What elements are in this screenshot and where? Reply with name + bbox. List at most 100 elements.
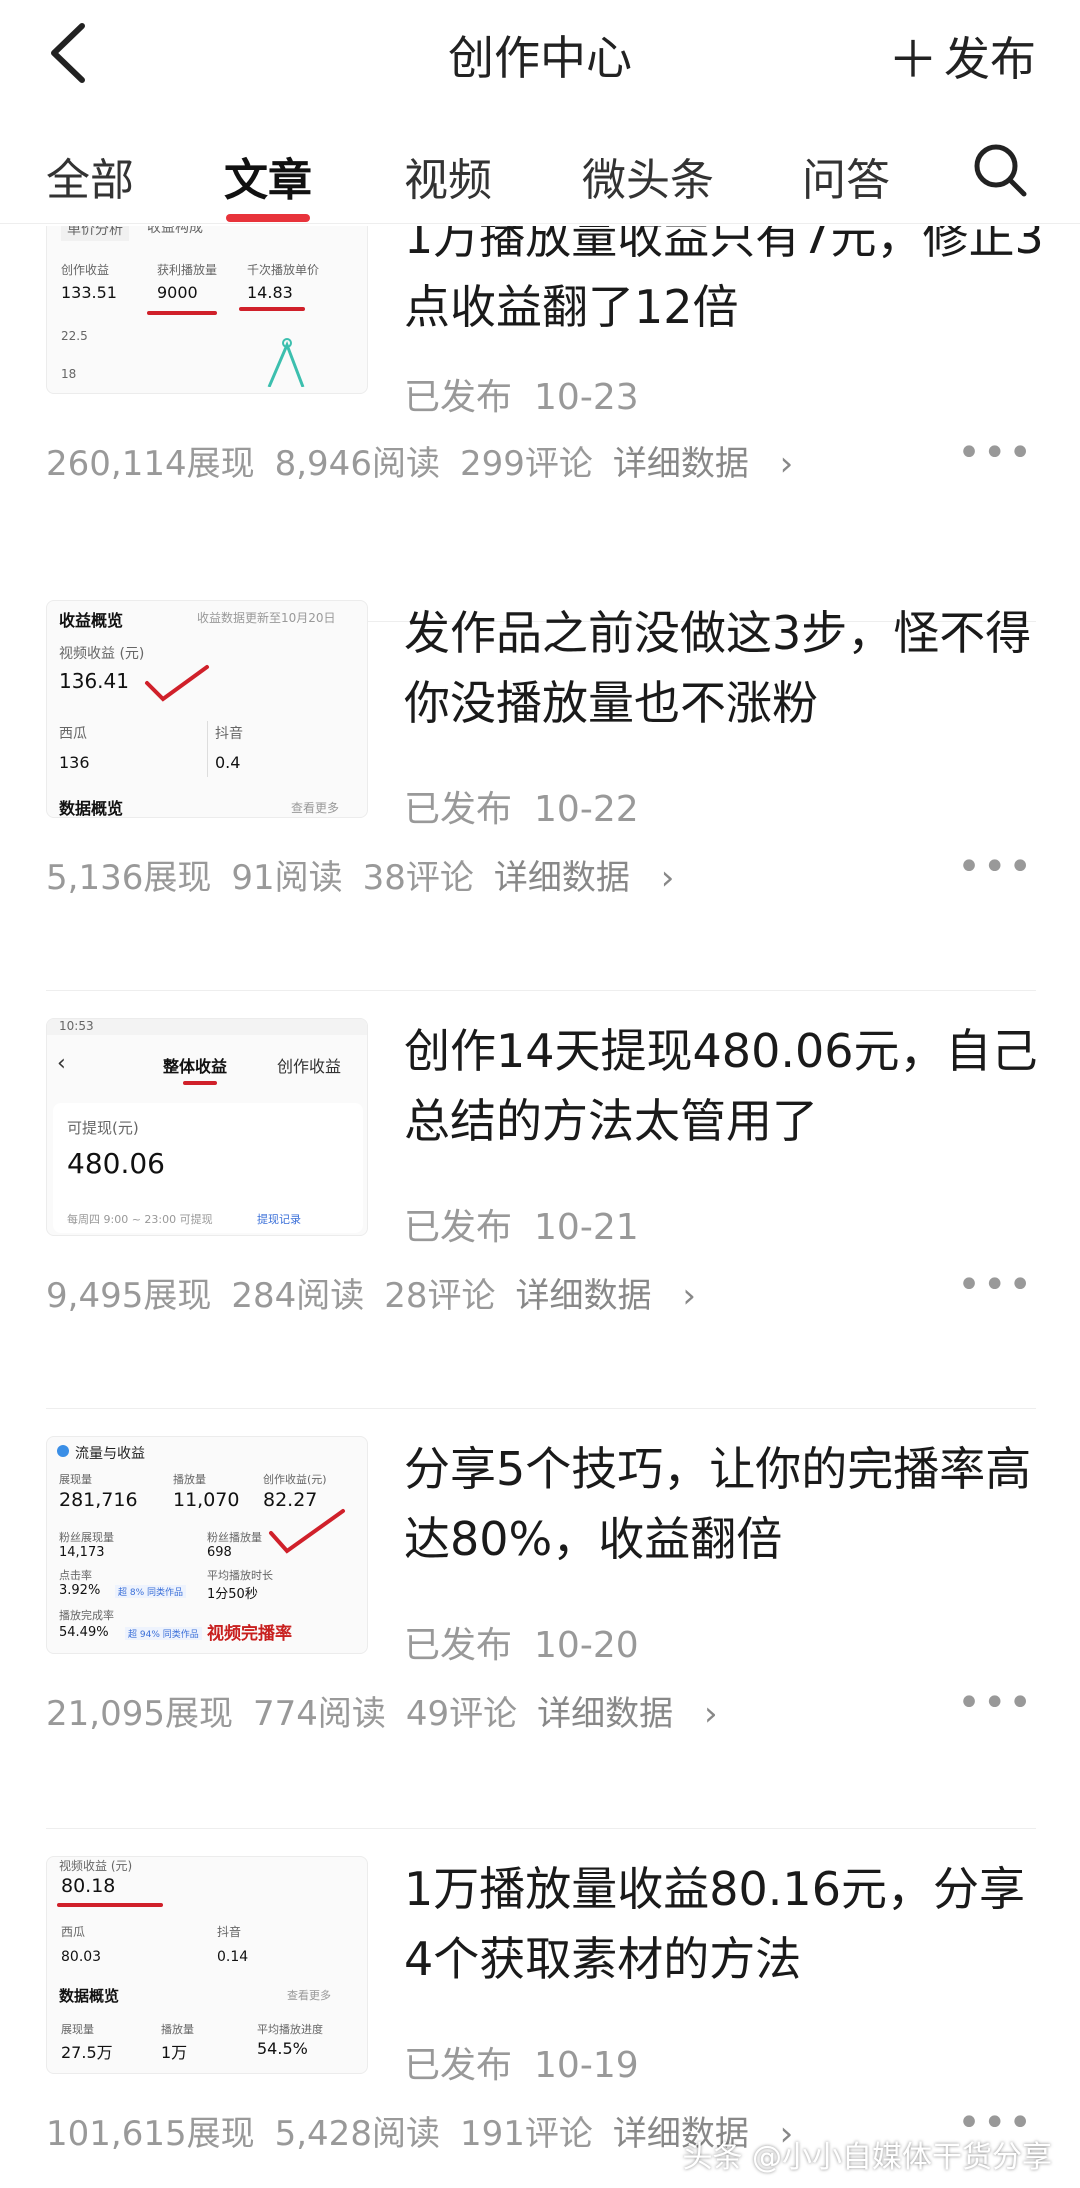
article-thumbnail: 10:53 ‹ 整体收益 创作收益 可提现(元) 480.06 每周四 9:00… (46, 1018, 368, 1236)
tab-articles[interactable]: 文章 (224, 144, 312, 208)
thumb-value: 133.51 (61, 283, 117, 302)
detail-label: 详细数据 (493, 858, 630, 898)
publish-date: 10-19 (534, 2045, 639, 2086)
thumb-text: 视频收益 (元) (59, 1859, 133, 1873)
article-title[interactable]: 1万播放量收益80.16元，分享4个获取素材的方法 (404, 1854, 1044, 1994)
more-options-icon[interactable]: ••• (957, 1680, 1034, 1726)
thumb-text: 查看更多 (291, 801, 340, 815)
publish-status: 已发布 10-19 (404, 2036, 639, 2088)
tab-bar (0, 112, 1080, 224)
thumb-text: 可提现(元) (67, 1119, 139, 1137)
detail-data-link[interactable]: 详细数据 › (494, 858, 694, 898)
article-stats: 5,136展现 91阅读 38评论 详细数据 › (46, 850, 714, 899)
status-text: 已发布 (404, 1207, 513, 1248)
publish-date: 10-21 (534, 1207, 639, 1248)
thumb-status-bar (47, 1019, 367, 1035)
tab-micro-headlines[interactable]: 微头条 (582, 144, 714, 208)
detail-data-link[interactable]: 详细数据 › (516, 1276, 716, 1316)
thumb-text: 抖音 (217, 1925, 242, 1939)
publish-button[interactable]: ＋ 发布 (888, 20, 1036, 92)
article-title[interactable]: 1万播放量收益只有7元，修正3点收益翻了12倍 (404, 226, 1044, 342)
status-text: 已发布 (404, 789, 513, 830)
red-underline (147, 311, 217, 315)
detail-data-link[interactable]: 详细数据 › (613, 444, 813, 484)
chevron-right-icon: › (779, 444, 794, 484)
thumb-text: 展现量 (59, 1473, 92, 1486)
thumb-text: 播放量 (161, 2023, 194, 2036)
thumb-text: 西瓜 (61, 1925, 86, 1939)
reads: 774阅读 (252, 1694, 386, 1734)
reads: 5,428阅读 (274, 2114, 440, 2154)
red-checkmark (269, 1509, 345, 1554)
detail-data-link[interactable]: 详细数据 › (537, 1694, 737, 1734)
search-icon[interactable] (970, 140, 1030, 200)
thumb-value: 1分50秒 (207, 1587, 258, 1602)
thumb-text: 粉丝展现量 (59, 1531, 114, 1544)
thumb-value: 11,070 (173, 1489, 240, 1511)
publish-status: 已发布 10-21 (404, 1198, 639, 1250)
comments: 299评论 (459, 444, 593, 484)
thumb-text: 点击率 (59, 1569, 92, 1582)
divider (46, 1408, 1036, 1409)
chevron-right-icon: › (682, 1276, 696, 1316)
publish-status: 已发布 10-23 (404, 368, 639, 420)
tab-videos[interactable]: 视频 (404, 144, 492, 208)
thumb-text: 18 (61, 367, 77, 381)
thumb-text: 创作收益(元) (263, 1473, 327, 1486)
thumb-text: 获利播放量 (157, 263, 218, 277)
top-bar: 创作中心 ＋ 发布 (0, 0, 1080, 110)
article-title[interactable]: 分享5个技巧，让你的完播率高达80%，收益翻倍 (404, 1434, 1044, 1574)
thumb-divider (207, 721, 208, 777)
thumb-text: 粉丝播放量 (207, 1531, 262, 1544)
publish-status: 已发布 10-22 (404, 780, 639, 832)
article-thumbnail: 视频收益 (元) 80.18 西瓜 抖音 80.03 0.14 数据概览 查看更… (46, 1856, 368, 2074)
thumb-annotation: 视频完播率 (207, 1624, 292, 1644)
status-text: 已发布 (404, 377, 513, 418)
article-feed: 全部 西瓜 抖音 单价分析 收益构成 创作收益 获利播放量 千次播放单价 133… (0, 226, 1080, 2188)
thumb-value: 0.14 (217, 1949, 249, 1965)
reads: 8,946阅读 (274, 444, 440, 484)
traffic-icon (57, 1445, 69, 1457)
publish-date: 10-20 (534, 1625, 639, 1666)
thumb-text: 超 8% 同类作品 (115, 1585, 186, 1598)
comments: 49评论 (405, 1694, 518, 1734)
thumb-text: 查看更多 (287, 1989, 331, 2002)
chevron-right-icon: › (703, 1694, 718, 1734)
thumb-value: 136.41 (59, 669, 129, 693)
tab-qa[interactable]: 问答 (802, 144, 890, 208)
article-title[interactable]: 发作品之前没做这3步，怪不得你没播放量也不涨粉 (404, 598, 1044, 738)
thumb-value: 80.18 (61, 1875, 116, 1897)
thumb-text: 22.5 (61, 329, 88, 343)
more-options-icon[interactable]: ••• (957, 844, 1034, 890)
thumb-value: 14,173 (59, 1545, 105, 1560)
thumb-text: 视频收益 (元) (59, 646, 145, 662)
article-stats: 9,495展现 284阅读 28评论 详细数据 › (46, 1268, 736, 1317)
thumb-text: 流量与收益 (75, 1446, 145, 1462)
thumb-value: 14.83 (247, 283, 293, 302)
more-options-icon[interactable]: ••• (957, 430, 1034, 476)
thumb-value: 698 (207, 1545, 232, 1560)
publish-date: 10-22 (534, 789, 639, 830)
thumb-text: 抖音 (215, 726, 243, 742)
status-text: 已发布 (404, 2045, 513, 2086)
thumb-text: 10:53 (59, 1019, 94, 1033)
article-thumbnail: 流量与收益 展现量 播放量 创作收益(元) 281,716 11,070 82.… (46, 1436, 368, 1654)
tab-all[interactable]: 全部 (46, 144, 134, 208)
thumb-value: 54.5% (257, 2039, 308, 2058)
thumb-text: 整体收益 (163, 1057, 228, 1076)
detail-label: 详细数据 (515, 1276, 652, 1316)
thumb-text: 平均播放时长 (207, 1569, 273, 1582)
watermark: 头条 @小小自媒体干货分享 (682, 2140, 1052, 2175)
publish-status: 已发布 10-20 (404, 1616, 639, 1668)
thumb-text: 平均播放进度 (257, 2023, 323, 2036)
thumb-value: 480.06 (67, 1147, 165, 1180)
chevron-right-icon: › (660, 858, 675, 898)
thumb-text: 展现量 (61, 2023, 94, 2036)
detail-label: 详细数据 (612, 444, 749, 484)
thumb-value: 27.5万 (61, 2043, 113, 2062)
article-title[interactable]: 创作14天提现480.06元，自己总结的方法太管用了 (404, 1016, 1044, 1156)
thumb-text: 每周四 9:00 ~ 23:00 可提现 (67, 1213, 213, 1226)
more-options-icon[interactable]: ••• (957, 1262, 1034, 1308)
impressions: 101,615展现 (46, 2114, 255, 2154)
thumb-text: 提现记录 (257, 1213, 301, 1226)
